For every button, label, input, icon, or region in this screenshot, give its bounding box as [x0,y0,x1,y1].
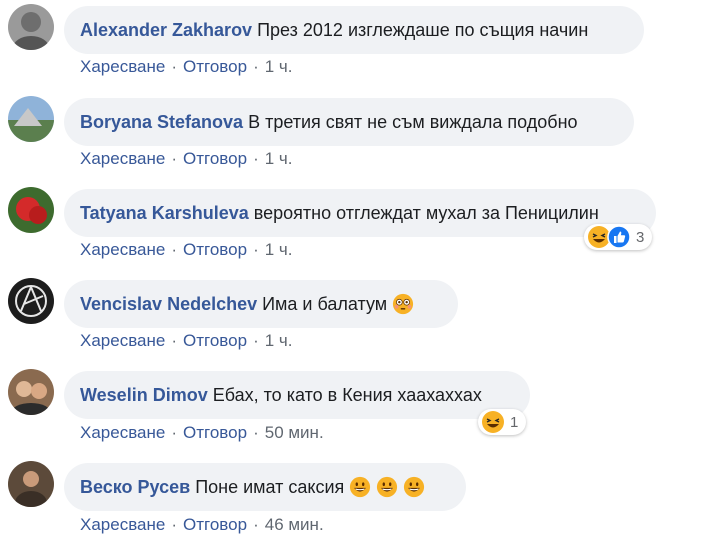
avatar[interactable] [8,461,54,507]
comment-timestamp[interactable]: 50 мин. [265,423,324,442]
comment-actions: Харесване · Отговор · 1 ч. [80,149,293,169]
comment-text: През 2012 изглеждаше по същия начин [257,19,589,40]
comment-author[interactable]: Веско Русев [80,477,190,498]
comment-actions: Харесване · Отговор · 50 мин. [80,423,324,443]
comment-timestamp[interactable]: 46 мин. [265,515,324,534]
like-link[interactable]: Харесване [80,515,165,534]
avatar[interactable] [8,278,54,324]
comment-actions: Харесване · Отговор · 46 мин. [80,515,324,535]
like-link[interactable]: Харесване [80,423,165,442]
comment-timestamp[interactable]: 1 ч. [265,57,293,76]
reply-link[interactable]: Отговор [183,423,247,442]
comment-text: вероятно отглеждат мухал за Пеницилин [253,202,599,223]
comment-text: Ебах, то като в Кения хаахаххах [212,384,482,405]
comment-actions: Харесване · Отговор · 1 ч. [80,240,293,260]
comment-bubble: Веско Русев Поне имат саксия [64,463,466,511]
like-link[interactable]: Харесване [80,240,165,259]
separator-dot: · [253,149,259,168]
comment-author[interactable]: Weselin Dimov [80,385,208,406]
comment-text: Поне имат саксия [195,476,345,497]
comment-bubble: Boryana Stefanova В третия свят не съм в… [64,98,634,146]
grinning-face-icon [350,476,371,498]
reply-link[interactable]: Отговор [183,149,247,168]
separator-dot: · [171,331,178,350]
avatar[interactable] [8,369,54,415]
comment-text: В третия свят не съм виждала подобно [248,111,578,132]
separator-dot: · [171,515,178,534]
comment-timestamp[interactable]: 1 ч. [265,240,293,259]
separator-dot: · [171,57,178,76]
reaction-count: 1 [510,413,519,431]
avatar[interactable] [8,96,54,142]
separator-dot: · [253,331,259,350]
separator-dot: · [253,515,259,534]
comment-bubble: Weselin Dimov Ебах, то като в Кения хаах… [64,371,530,419]
like-reaction-icon [607,225,631,249]
separator-dot: · [171,423,178,442]
haha-reaction-icon [482,411,504,433]
flushed-face-icon [393,293,414,315]
comment-author[interactable]: Boryana Stefanova [80,112,243,133]
like-link[interactable]: Харесване [80,57,165,76]
like-link[interactable]: Харесване [80,331,165,350]
separator-dot: · [253,240,259,259]
like-link[interactable]: Харесване [80,149,165,168]
comment-bubble: Vencislav Nedelchev Има и балатум [64,280,458,328]
separator-dot: · [253,423,259,442]
grinning-face-icon [404,476,425,498]
comment-actions: Харесване · Отговор · 1 ч. [80,57,293,77]
comment-author[interactable]: Tatyana Karshuleva [80,203,249,224]
comment-text: Има и балатум [262,293,388,314]
comment-timestamp[interactable]: 1 ч. [265,331,293,350]
reactions-badge[interactable]: 1 [478,409,526,435]
grinning-face-icon [377,476,398,498]
reply-link[interactable]: Отговор [183,57,247,76]
separator-dot: · [171,149,178,168]
reaction-count: 3 [636,228,645,246]
reactions-badge[interactable]: 3 [584,224,652,250]
comment-timestamp[interactable]: 1 ч. [265,149,293,168]
separator-dot: · [171,240,178,259]
reply-link[interactable]: Отговор [183,240,247,259]
reply-link[interactable]: Отговор [183,331,247,350]
comment-bubble: Alexander Zakharov През 2012 изглеждаше … [64,6,644,54]
comment-author[interactable]: Vencislav Nedelchev [80,294,257,315]
comment-bubble: Tatyana Karshuleva вероятно отглеждат му… [64,189,656,237]
avatar[interactable] [8,4,54,50]
separator-dot: · [253,57,259,76]
comment-actions: Харесване · Отговор · 1 ч. [80,331,293,351]
comment-author[interactable]: Alexander Zakharov [80,20,252,41]
reply-link[interactable]: Отговор [183,515,247,534]
avatar[interactable] [8,187,54,233]
